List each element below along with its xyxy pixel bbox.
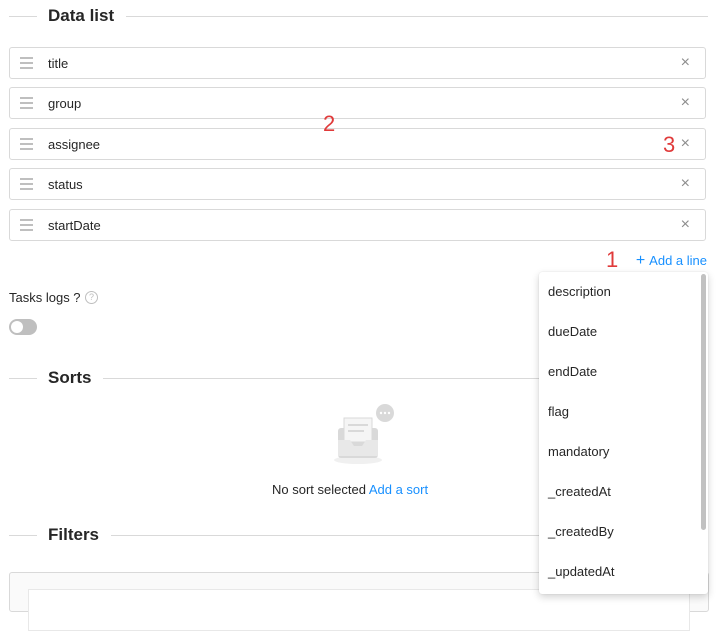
filters-title: Filters — [48, 525, 112, 545]
annotation-number: 2 — [323, 111, 336, 136]
toggle-knob — [11, 321, 23, 333]
close-icon[interactable]: × — [681, 216, 690, 234]
close-icon[interactable]: × — [681, 175, 690, 193]
tasks-logs-label: Tasks logs ? — [9, 290, 81, 305]
field-label: assignee — [48, 137, 101, 152]
add-line-label: Add a line — [649, 253, 707, 268]
close-icon[interactable]: × — [681, 54, 690, 72]
close-icon[interactable]: × — [681, 135, 690, 153]
add-line-button[interactable]: + Add a line — [636, 252, 707, 270]
field-row-startdate[interactable]: startDate × — [9, 209, 706, 241]
filters-inner-panel — [28, 589, 690, 631]
dropdown-option[interactable]: _createdBy — [539, 512, 708, 552]
dropdown-scrollbar[interactable] — [701, 274, 706, 530]
close-icon[interactable]: × — [681, 94, 690, 112]
drag-handle-icon[interactable] — [20, 97, 33, 109]
plus-icon: + — [635, 252, 646, 269]
empty-state-text: No sort selected Add a sort — [272, 482, 428, 497]
divider — [9, 16, 37, 17]
annotation-number: 1 — [606, 247, 619, 272]
dropdown-option[interactable]: _createdAt — [539, 472, 708, 512]
drag-handle-icon[interactable] — [20, 57, 33, 69]
field-row-status[interactable]: status × — [9, 168, 706, 200]
no-sort-label: No sort selected — [272, 482, 366, 497]
empty-inbox-icon — [334, 404, 394, 464]
dropdown-option[interactable]: description — [539, 272, 708, 312]
dropdown-option[interactable]: _updatedAt — [539, 552, 708, 592]
divider — [9, 378, 37, 379]
add-sort-link[interactable]: Add a sort — [369, 482, 428, 497]
add-line-dropdown[interactable]: description dueDate endDate flag mandato… — [539, 272, 708, 594]
help-icon[interactable]: ? — [85, 291, 98, 304]
drag-handle-icon[interactable] — [20, 138, 33, 150]
drag-handle-icon[interactable] — [20, 178, 33, 190]
field-label: startDate — [48, 218, 101, 233]
dropdown-option[interactable]: dueDate — [539, 312, 708, 352]
tasks-logs-toggle[interactable] — [9, 319, 37, 335]
dropdown-option[interactable]: flag — [539, 392, 708, 432]
dropdown-option[interactable]: mandatory — [539, 432, 708, 472]
field-label: status — [48, 177, 83, 192]
data-list-title: Data list — [48, 6, 127, 26]
field-label: title — [48, 56, 69, 71]
divider — [119, 16, 708, 17]
data-list-header: Data list — [9, 1, 708, 31]
divider — [9, 535, 37, 536]
dropdown-option[interactable]: endDate — [539, 352, 708, 392]
field-row-title[interactable]: title × — [9, 47, 706, 79]
field-row-assignee[interactable]: assignee × — [9, 128, 706, 160]
sorts-title: Sorts — [48, 368, 104, 388]
field-row-group[interactable]: group × — [9, 87, 706, 119]
annotation-number: 3 — [663, 132, 676, 157]
field-label: group — [48, 96, 82, 111]
drag-handle-icon[interactable] — [20, 219, 33, 231]
